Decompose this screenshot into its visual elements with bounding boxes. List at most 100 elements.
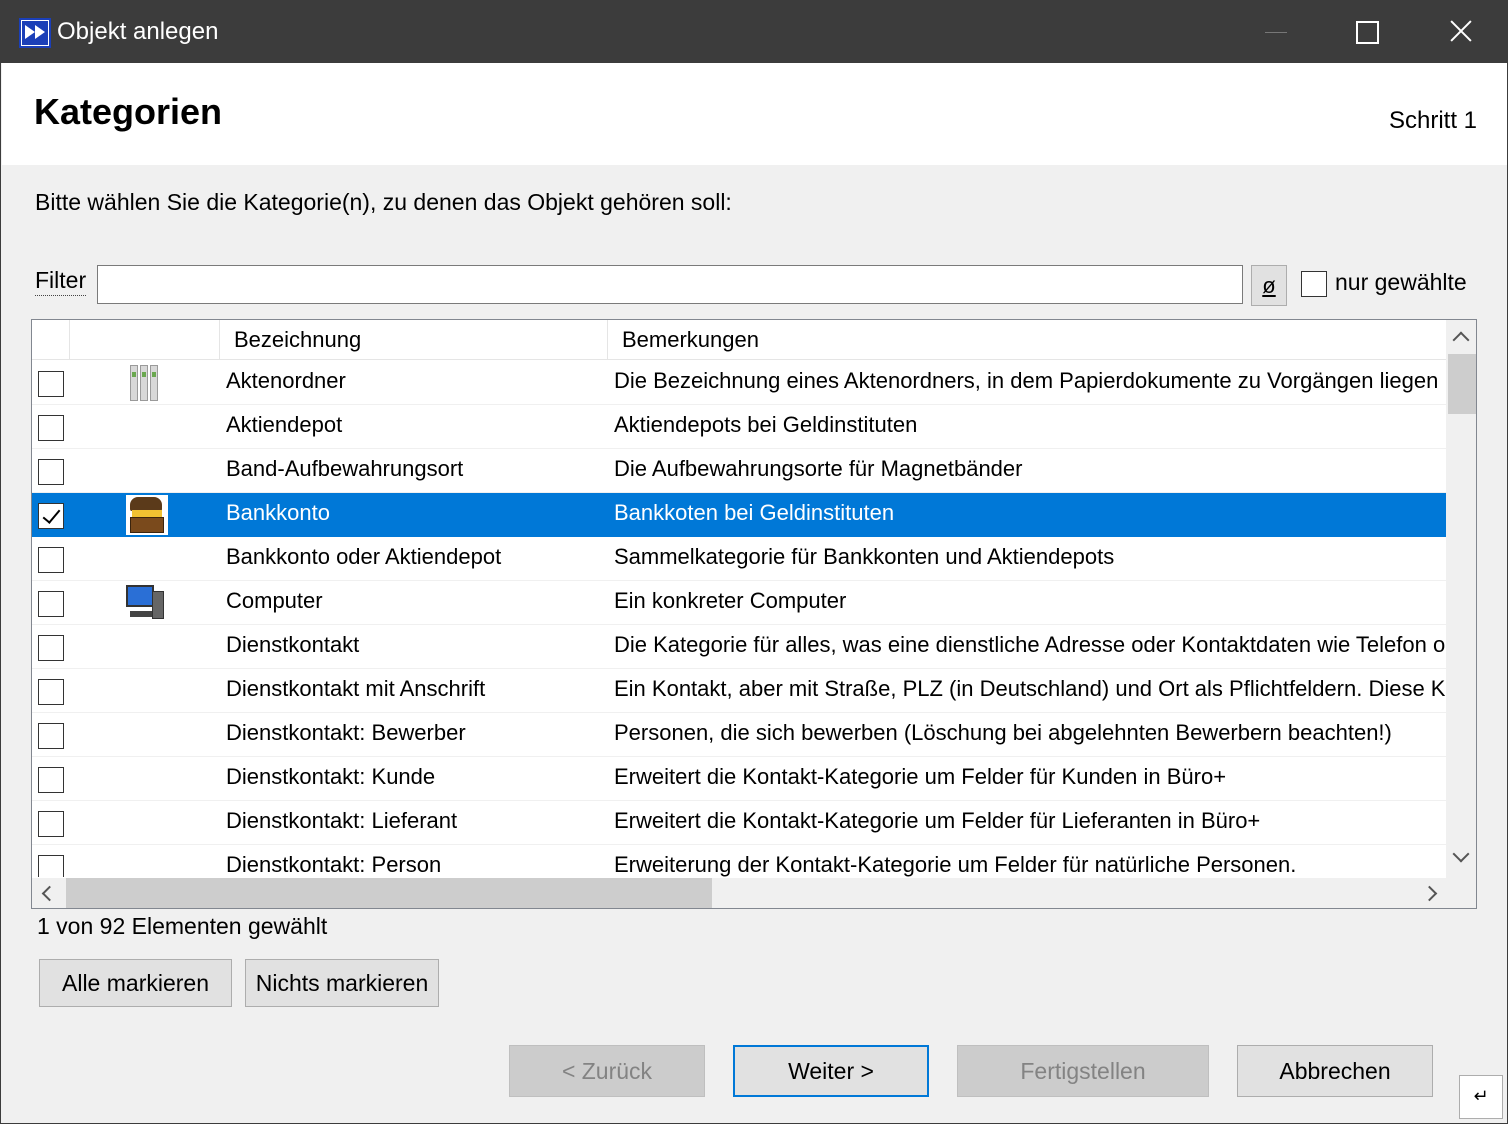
back-label: < Zurück	[561, 1058, 653, 1084]
table-row[interactable]: Dienstkontakt Die Kategorie für alles, wa…	[32, 625, 1446, 669]
next-button[interactable]: Weiter >	[733, 1045, 929, 1097]
row-checkbox[interactable]	[38, 371, 64, 397]
table-row[interactable]: Aktenordner Die Bezeichnung eines Aktenor…	[32, 361, 1446, 405]
column-header-check[interactable]	[32, 320, 70, 360]
app-arrows-icon	[19, 18, 51, 48]
maximize-icon[interactable]	[1323, 1, 1415, 63]
finish-button[interactable]: Fertigstellen	[957, 1045, 1209, 1097]
row-name: Aktiendepot	[226, 412, 343, 437]
row-icon-cell	[122, 757, 172, 801]
row-checkbox[interactable]	[38, 811, 64, 837]
column-header-bezeichnung[interactable]: Bezeichnung	[220, 320, 608, 360]
row-remark: Ein Kontakt, aber mit Straße, PLZ (in De…	[614, 676, 1446, 701]
page-title: Kategorien	[34, 91, 223, 132]
only-selected-checkbox[interactable]	[1301, 271, 1327, 297]
cancel-label: Abbrechen	[1279, 1058, 1391, 1084]
row-icon-cell	[122, 713, 172, 757]
row-icon-cell	[122, 801, 172, 845]
row-checkbox[interactable]	[38, 855, 64, 877]
select-none-button[interactable]: Nichts markieren	[245, 959, 439, 1007]
select-all-label: Alle markieren	[62, 970, 209, 996]
row-check-cell	[32, 757, 70, 801]
title-bar: Objekt anlegen	[1, 1, 1508, 63]
row-name: Bankkonto oder Aktiendepot	[226, 544, 502, 569]
only-selected-label[interactable]: nur gewählte	[1335, 269, 1467, 296]
row-checkbox[interactable]	[38, 415, 64, 441]
select-all-button[interactable]: Alle markieren	[39, 959, 232, 1007]
vertical-scrollbar[interactable]	[1446, 320, 1476, 878]
computer-icon	[126, 585, 166, 621]
row-check-cell	[32, 581, 70, 625]
row-checkbox[interactable]	[38, 547, 64, 573]
table-row[interactable]: Aktiendepot Aktiendepots bei Geldinstitut…	[32, 405, 1446, 449]
row-name: Dienstkontakt	[226, 632, 360, 657]
back-button[interactable]: < Zurück	[509, 1045, 705, 1097]
row-remark: Erweitert die Kontakt-Kategorie um Felde…	[614, 808, 1261, 833]
row-checkbox[interactable]	[38, 635, 64, 661]
close-icon[interactable]	[1415, 1, 1507, 63]
row-icon-cell	[122, 845, 172, 877]
row-check-cell	[32, 493, 70, 537]
row-name: Dienstkontakt: Person	[226, 852, 442, 877]
table-row[interactable]: Dienstkontakt: Person Erweiterung der Kon…	[32, 845, 1446, 877]
vertical-scroll-thumb[interactable]	[1448, 354, 1476, 414]
column-header-icon[interactable]	[70, 320, 220, 360]
row-remark: Aktiendepots bei Geldinstituten	[614, 412, 918, 437]
finish-label: Fertigstellen	[1020, 1058, 1146, 1084]
row-remark: Erweitert die Kontakt-Kategorie um Felde…	[614, 764, 1227, 789]
row-icon-cell	[122, 493, 172, 537]
table-row[interactable]: Dienstkontakt mit Anschrift Ein Kontakt, …	[32, 669, 1446, 713]
dialog-window: Objekt anlegen Kategorien Schritt 1 Bitt…	[0, 0, 1508, 1124]
table-row[interactable]: Bankkonto Bankkoten bei Geldinstituten	[32, 493, 1446, 537]
scroll-right-icon[interactable]	[1421, 885, 1438, 902]
row-check-cell	[32, 669, 70, 713]
row-check-cell	[32, 449, 70, 493]
row-remark: Die Aufbewahrungsorte für Magnetbänder	[614, 456, 1023, 481]
instruction-text: Bitte wählen Sie die Kategorie(n), zu de…	[35, 189, 732, 215]
row-icon-cell	[122, 669, 172, 713]
row-checkbox[interactable]	[38, 459, 64, 485]
horizontal-scroll-thumb[interactable]	[66, 878, 712, 908]
horizontal-scrollbar[interactable]	[32, 878, 1446, 908]
table-row[interactable]: Bankkonto oder Aktiendepot Sammelkategori…	[32, 537, 1446, 581]
filter-label: Filter	[35, 267, 87, 296]
table-row[interactable]: Dienstkontakt: Bewerber Personen, die sic…	[32, 713, 1446, 757]
row-check-cell	[32, 713, 70, 757]
scroll-down-icon[interactable]	[1452, 845, 1470, 863]
row-check-cell	[32, 845, 70, 877]
scroll-up-icon[interactable]	[1452, 331, 1470, 349]
selection-status: 1 von 92 Elementen gewählt	[37, 913, 328, 939]
table-row[interactable]: Dienstkontakt: Kunde Erweitert die Kontak…	[32, 757, 1446, 801]
row-name: Aktenordner	[226, 368, 346, 393]
row-icon-cell	[122, 361, 172, 405]
table-row[interactable]: Dienstkontakt: Lieferant Erweitert die Ko…	[32, 801, 1446, 845]
table-row[interactable]: Computer Ein konkreter Computer	[32, 581, 1446, 625]
row-name: Dienstkontakt mit Anschrift	[226, 676, 486, 701]
row-icon-cell	[122, 405, 172, 449]
row-name: Bankkonto	[226, 500, 330, 525]
row-icon-cell	[122, 537, 172, 581]
row-checkbox[interactable]	[38, 503, 64, 529]
wizard-header: Kategorien Schritt 1	[2, 63, 1507, 165]
clear-filter-button[interactable]: ø	[1251, 265, 1287, 306]
row-checkbox[interactable]	[38, 767, 64, 793]
resize-grip-icon[interactable]: ↵	[1459, 1075, 1503, 1119]
row-check-cell	[32, 405, 70, 449]
cancel-button[interactable]: Abbrechen	[1237, 1045, 1433, 1097]
row-check-cell	[32, 537, 70, 581]
row-remark: Erweiterung der Kontakt-Kategorie um Fel…	[614, 852, 1297, 877]
scroll-left-icon[interactable]	[41, 885, 58, 902]
table-header: Bezeichnung Bemerkungen	[32, 320, 1446, 360]
row-checkbox[interactable]	[38, 591, 64, 617]
filter-input[interactable]	[97, 265, 1243, 304]
category-table: Bezeichnung Bemerkungen Aktenordner Die B…	[31, 319, 1477, 909]
column-header-bemerkungen[interactable]: Bemerkungen	[608, 320, 1446, 360]
step-label: Schritt 1	[1388, 107, 1477, 134]
select-none-label: Nichts markieren	[255, 970, 429, 996]
next-label: Weiter >	[788, 1058, 874, 1084]
row-check-cell	[32, 625, 70, 669]
row-checkbox[interactable]	[38, 723, 64, 749]
row-checkbox[interactable]	[38, 679, 64, 705]
table-row[interactable]: Band-Aufbewahrungsort Die Aufbewahrungsor…	[32, 449, 1446, 493]
minimize-icon[interactable]	[1237, 1, 1329, 63]
